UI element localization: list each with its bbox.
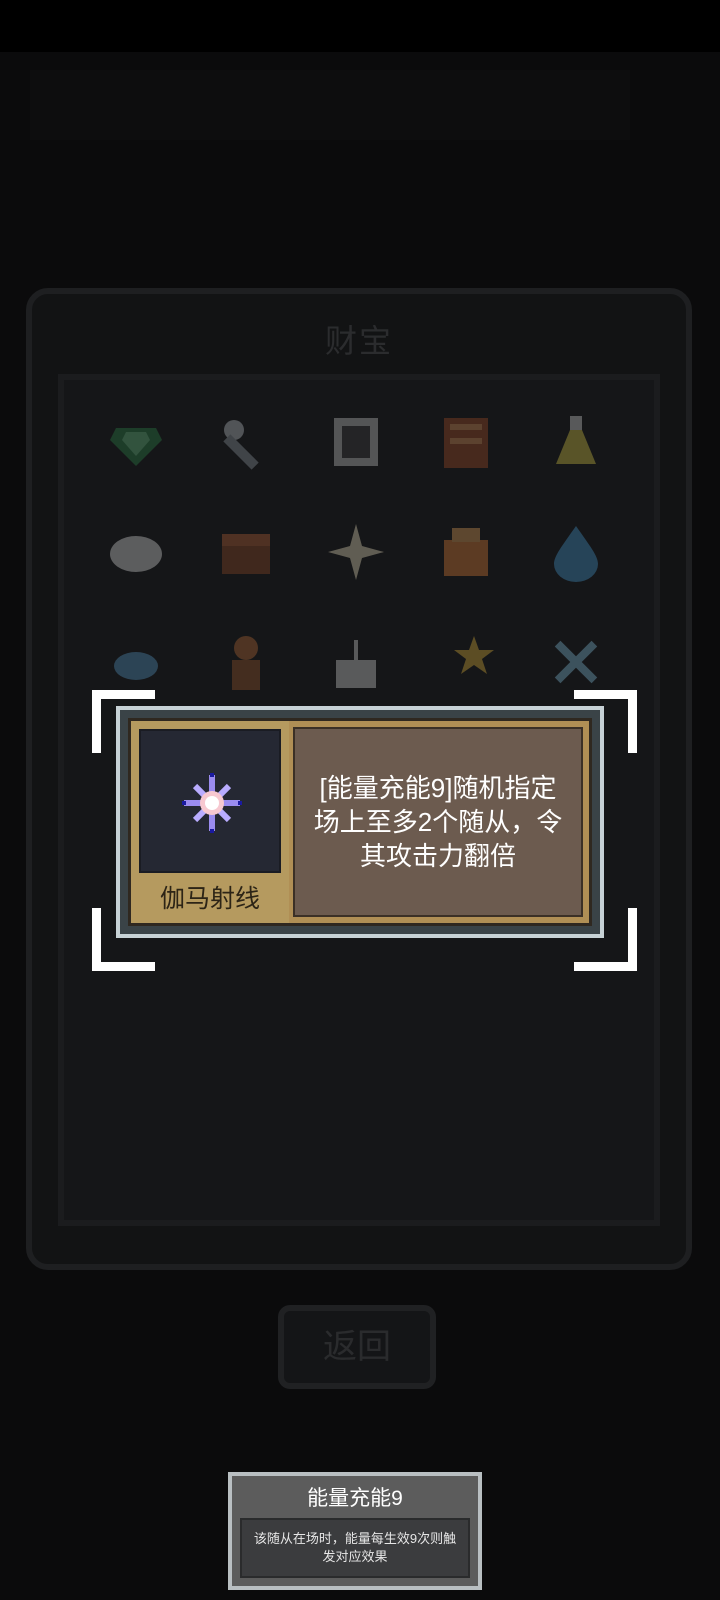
treasure-chest-icon[interactable]	[214, 520, 278, 584]
pouch-icon[interactable]	[434, 520, 498, 584]
crossed-swords-icon[interactable]	[544, 630, 608, 694]
star-wand-icon[interactable]	[434, 630, 498, 694]
return-button[interactable]: 返回	[278, 1305, 436, 1389]
keyword-tooltip: 能量充能9 该随从在场时，能量每生效9次则触发对应效果	[228, 1472, 482, 1590]
card-icon-box	[139, 729, 281, 873]
item-detail-card[interactable]: 伽马射线 [能量充能9]随机指定场上至多2个随从，令其攻击力翻倍	[116, 706, 604, 938]
card-description-panel: [能量充能9]随机指定场上至多2个随从，令其攻击力翻倍	[293, 727, 583, 917]
emerald-gem-icon[interactable]	[104, 410, 168, 474]
egg-icon[interactable]	[104, 520, 168, 584]
water-drop-icon[interactable]	[544, 520, 608, 584]
crab-icon[interactable]	[104, 630, 168, 694]
tooltip-body: 该随从在场时，能量每生效9次则触发对应效果	[240, 1518, 470, 1578]
cake-icon[interactable]	[324, 630, 388, 694]
sparkle-icon[interactable]	[324, 520, 388, 584]
book-icon[interactable]	[434, 410, 498, 474]
status-bar	[0, 0, 720, 52]
tooltip-title: 能量充能9	[307, 1487, 403, 1510]
card-frame: 伽马射线 [能量充能9]随机指定场上至多2个随从，令其攻击力翻倍	[128, 718, 592, 926]
dimmed-header	[30, 70, 630, 140]
scroll-icon[interactable]	[324, 410, 388, 474]
card-left-panel: 伽马射线	[131, 721, 289, 923]
panel-title: 财宝	[324, 323, 393, 359]
card-item-name: 伽马射线	[159, 885, 260, 913]
wrench-icon[interactable]	[214, 410, 278, 474]
star-sparkle-icon	[182, 773, 242, 833]
statue-icon[interactable]	[214, 630, 278, 694]
potion-icon[interactable]	[544, 410, 608, 474]
card-description: [能量充能9]随机指定场上至多2个随从，令其攻击力翻倍	[313, 773, 563, 871]
